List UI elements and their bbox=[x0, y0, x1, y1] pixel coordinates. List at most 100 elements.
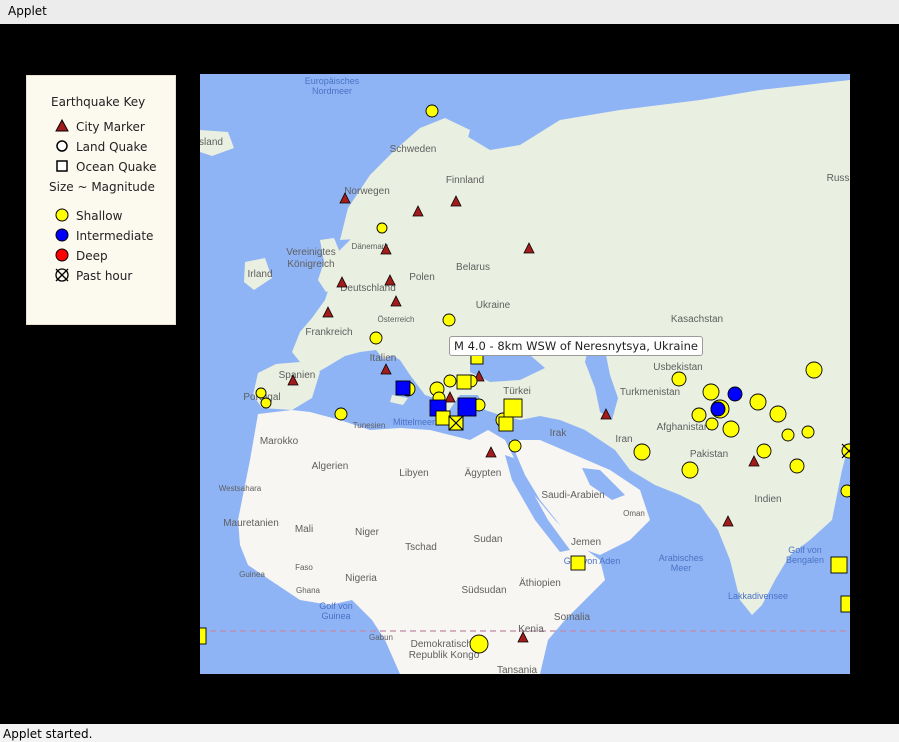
map-label: Österreich bbox=[378, 315, 415, 324]
map-label: Demokratische bbox=[411, 639, 478, 650]
land-quake-marker[interactable] bbox=[443, 374, 457, 388]
legend-title: Earthquake Key bbox=[51, 95, 146, 109]
map-label: Tschad bbox=[405, 542, 437, 553]
map-label: Usbekistan bbox=[653, 362, 702, 373]
legend-shallow: Shallow bbox=[76, 209, 123, 223]
map-label: Somalia bbox=[554, 612, 591, 623]
land-quake-marker[interactable] bbox=[749, 393, 767, 411]
map-label: Guinea bbox=[321, 611, 350, 621]
land-quake-marker[interactable] bbox=[633, 443, 651, 461]
map-label: Italien bbox=[370, 353, 397, 364]
map-label: Algerien bbox=[312, 461, 349, 472]
map-label: Lakkadivensee bbox=[728, 591, 788, 601]
land-quake-icon bbox=[56, 140, 68, 152]
map-label: Saudi-Arabien bbox=[541, 490, 604, 501]
land-quake-marker[interactable] bbox=[769, 405, 787, 423]
land-quake-marker[interactable] bbox=[671, 371, 687, 387]
ocean-quake-marker[interactable] bbox=[570, 555, 586, 571]
ocean-quake-marker[interactable] bbox=[503, 398, 523, 418]
map-label: sland bbox=[200, 137, 223, 148]
map-label: Schweden bbox=[390, 144, 437, 155]
window-titlebar: Applet bbox=[0, 0, 899, 25]
ocean-quake-marker[interactable] bbox=[840, 595, 850, 613]
legend-past-hour: Past hour bbox=[76, 269, 133, 283]
map-label: Südsudan bbox=[461, 585, 506, 596]
map-label: Marokko bbox=[260, 436, 299, 447]
map-label: Republik Kongo bbox=[409, 650, 480, 661]
legend-deep: Deep bbox=[76, 249, 108, 263]
map-label: Irak bbox=[550, 428, 568, 439]
map-svg[interactable]: EuropäischesNordmeer Schweden Finnland Norw… bbox=[200, 74, 850, 674]
map-label: Libyen bbox=[399, 468, 428, 479]
map-label: Frankreich bbox=[305, 327, 352, 338]
land-quake-marker[interactable] bbox=[376, 222, 388, 234]
past-hour-icon bbox=[55, 268, 69, 282]
window-title: Applet bbox=[8, 4, 47, 18]
legend-intermediate: Intermediate bbox=[76, 229, 154, 243]
ocean-quake-marker[interactable] bbox=[830, 556, 848, 574]
legend-ocean: Ocean Quake bbox=[76, 160, 157, 174]
land-quake-marker[interactable] bbox=[727, 386, 743, 402]
land-quake-marker[interactable] bbox=[508, 439, 522, 453]
ocean-quake-marker[interactable] bbox=[456, 374, 472, 390]
earthquake-key: Earthquake Key City Marker Land Quake Oc… bbox=[26, 75, 176, 325]
ocean-quake-icon bbox=[56, 160, 68, 172]
land-quake-marker[interactable] bbox=[840, 484, 850, 498]
map-label: Vereinigtes bbox=[286, 247, 335, 258]
map-label: Sudan bbox=[474, 534, 503, 545]
land-quake-marker[interactable] bbox=[702, 383, 720, 401]
land-quake-marker[interactable] bbox=[722, 420, 740, 438]
intermediate-icon bbox=[55, 228, 69, 242]
map-view[interactable]: Europäisches Nordmeer Schweden Finnland Norw… bbox=[200, 74, 850, 674]
map-label: Europäisches bbox=[305, 76, 360, 86]
map-label: Äthiopien bbox=[519, 577, 561, 589]
map-label: Mauretanien bbox=[223, 518, 279, 529]
map-label: Gabun bbox=[369, 633, 393, 642]
map-label: Indien bbox=[754, 494, 781, 505]
shallow-icon bbox=[55, 208, 69, 222]
city-marker-icon bbox=[55, 119, 69, 132]
map-label: Ghana bbox=[296, 586, 321, 595]
land-quake-marker[interactable] bbox=[469, 634, 489, 654]
ocean-quake-marker[interactable] bbox=[498, 416, 514, 432]
legend-size: Size ~ Magnitude bbox=[49, 180, 155, 194]
land-quake-marker[interactable] bbox=[801, 425, 815, 439]
map-label: Ukraine bbox=[476, 300, 511, 311]
land-quake-marker[interactable] bbox=[260, 397, 272, 409]
map-label: Russ bbox=[827, 173, 850, 184]
past-hour-marker[interactable] bbox=[448, 415, 464, 431]
land-quake-marker[interactable] bbox=[442, 313, 456, 327]
land-quake-marker[interactable] bbox=[789, 458, 805, 474]
status-bar: Applet started. bbox=[0, 724, 899, 742]
land-quake-marker[interactable] bbox=[781, 428, 795, 442]
map-label: Pakistan bbox=[690, 449, 728, 460]
ocean-quake-marker[interactable] bbox=[435, 410, 451, 426]
land-quake-marker[interactable] bbox=[425, 104, 439, 118]
land-quake-marker[interactable] bbox=[756, 443, 772, 459]
map-label: Golf von bbox=[319, 601, 353, 611]
land-quake-marker[interactable] bbox=[805, 361, 823, 379]
land-quake-marker[interactable] bbox=[334, 407, 348, 421]
land-quake-marker[interactable] bbox=[691, 407, 707, 423]
map-label: Mali bbox=[295, 524, 313, 535]
map-label: Spanien bbox=[279, 370, 316, 381]
land-quake-marker[interactable] bbox=[255, 387, 267, 399]
deep-icon bbox=[55, 248, 69, 262]
map-label: Belarus bbox=[456, 262, 490, 273]
map-label: Norwegen bbox=[344, 186, 390, 197]
map-label: Tansania bbox=[497, 665, 537, 674]
land-quake-marker[interactable] bbox=[369, 331, 383, 345]
ocean-quake-marker[interactable] bbox=[457, 397, 477, 417]
land-quake-marker[interactable] bbox=[705, 417, 719, 431]
ocean-quake-marker[interactable] bbox=[200, 627, 207, 645]
status-text: Applet started. bbox=[3, 727, 93, 741]
map-label: Türkei bbox=[503, 386, 531, 397]
map-label: Kasachstan bbox=[671, 314, 723, 325]
land-quake-marker[interactable] bbox=[681, 461, 699, 479]
ocean-quake-marker[interactable] bbox=[395, 380, 411, 396]
map-label: Meer bbox=[671, 563, 692, 573]
map-label: Golf von bbox=[788, 545, 822, 555]
land-quake-marker[interactable] bbox=[710, 401, 726, 417]
map-label: Nordmeer bbox=[312, 86, 352, 96]
map-label: Faso bbox=[295, 563, 313, 572]
